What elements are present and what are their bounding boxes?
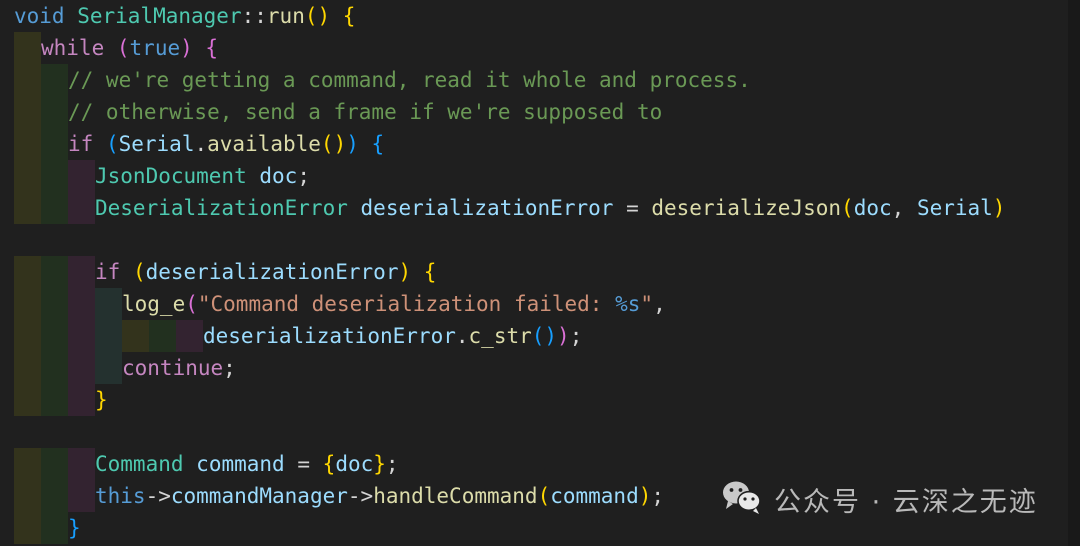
code-line-text: if (deserializationError) { [95, 260, 437, 284]
code-line-text: this->commandManager->handleCommand(comm… [95, 484, 665, 508]
indent-guide-3 [68, 352, 95, 384]
indent-guide-3 [68, 480, 95, 512]
indent-guide-1 [14, 64, 41, 96]
indent-guide-3 [68, 160, 95, 192]
code-line-text: if (Serial.available()) { [68, 132, 385, 156]
code-line-text: DeserializationError deserializationErro… [95, 196, 1006, 220]
indent-guide-6 [149, 320, 176, 352]
indent-guide-5 [122, 320, 149, 352]
indent-guide-4 [95, 288, 122, 320]
code-line[interactable]: while (true) { [0, 32, 1080, 64]
code-line-text: while (true) { [41, 36, 219, 60]
indent-guide-1 [14, 160, 41, 192]
indent-guide-1 [14, 256, 41, 288]
code-line[interactable]: JsonDocument doc; [0, 160, 1080, 192]
indent-guide-2 [41, 448, 68, 480]
indent-guide-2 [41, 320, 68, 352]
code-line[interactable]: } [0, 512, 1080, 544]
indent-guide-2 [41, 192, 68, 224]
code-line[interactable]: if (Serial.available()) { [0, 128, 1080, 160]
code-line-text: log_e("Command deserialization failed: %… [122, 292, 666, 316]
code-line-text: // we're getting a command, read it whol… [68, 68, 751, 92]
indent-guide-3 [68, 256, 95, 288]
indent-guide-1 [14, 288, 41, 320]
indent-guide-2 [41, 352, 68, 384]
editor-right-gutter [1068, 0, 1080, 546]
indent-guide-2 [41, 64, 68, 96]
indent-guide-2 [41, 256, 68, 288]
code-viewport[interactable]: void SerialManager::run() { while (true)… [0, 0, 1080, 546]
code-line-text: continue; [122, 356, 236, 380]
code-editor-screenshot: void SerialManager::run() { while (true)… [0, 0, 1080, 546]
code-line-text: } [95, 388, 108, 412]
code-line-text: Command command = {doc}; [95, 452, 399, 476]
code-line[interactable]: if (deserializationError) { [0, 256, 1080, 288]
indent-guide-1 [14, 32, 41, 64]
code-line[interactable] [0, 416, 1080, 448]
code-line[interactable]: this->commandManager->handleCommand(comm… [0, 480, 1080, 512]
code-line-text: JsonDocument doc; [95, 164, 310, 188]
code-line-text: // otherwise, send a frame if we're supp… [68, 100, 663, 124]
indent-guide-2 [41, 512, 68, 544]
code-line-text: } [68, 516, 81, 540]
indent-guide-2 [41, 384, 68, 416]
indent-guide-2 [41, 128, 68, 160]
indent-guide-2 [41, 160, 68, 192]
code-line[interactable]: // we're getting a command, read it whol… [0, 64, 1080, 96]
code-line[interactable] [0, 224, 1080, 256]
indent-guide-1 [14, 480, 41, 512]
code-line[interactable]: } [0, 384, 1080, 416]
code-line-text: void SerialManager::run() { [14, 4, 356, 28]
code-line[interactable]: DeserializationError deserializationErro… [0, 192, 1080, 224]
indent-guide-2 [41, 96, 68, 128]
indent-guide-1 [14, 448, 41, 480]
indent-guide-3 [68, 320, 95, 352]
code-line[interactable]: void SerialManager::run() { [0, 0, 1080, 32]
indent-guide-2 [41, 288, 68, 320]
code-line[interactable]: Command command = {doc}; [0, 448, 1080, 480]
code-line[interactable]: deserializationError.c_str()); [0, 320, 1080, 352]
indent-guide-4 [95, 320, 122, 352]
indent-guide-1 [14, 384, 41, 416]
indent-guide-3 [68, 448, 95, 480]
indent-guide-1 [14, 352, 41, 384]
indent-guide-1 [14, 320, 41, 352]
indent-guide-7 [176, 320, 203, 352]
indent-guide-1 [14, 192, 41, 224]
indent-guide-1 [14, 128, 41, 160]
indent-guide-4 [95, 352, 122, 384]
code-line[interactable]: log_e("Command deserialization failed: %… [0, 288, 1080, 320]
code-line[interactable]: // otherwise, send a frame if we're supp… [0, 96, 1080, 128]
indent-guide-1 [14, 512, 41, 544]
indent-guide-1 [14, 96, 41, 128]
indent-guide-3 [68, 384, 95, 416]
code-line[interactable]: continue; [0, 352, 1080, 384]
indent-guide-2 [41, 480, 68, 512]
indent-guide-3 [68, 288, 95, 320]
code-line-text: deserializationError.c_str()); [203, 324, 583, 348]
indent-guide-3 [68, 192, 95, 224]
